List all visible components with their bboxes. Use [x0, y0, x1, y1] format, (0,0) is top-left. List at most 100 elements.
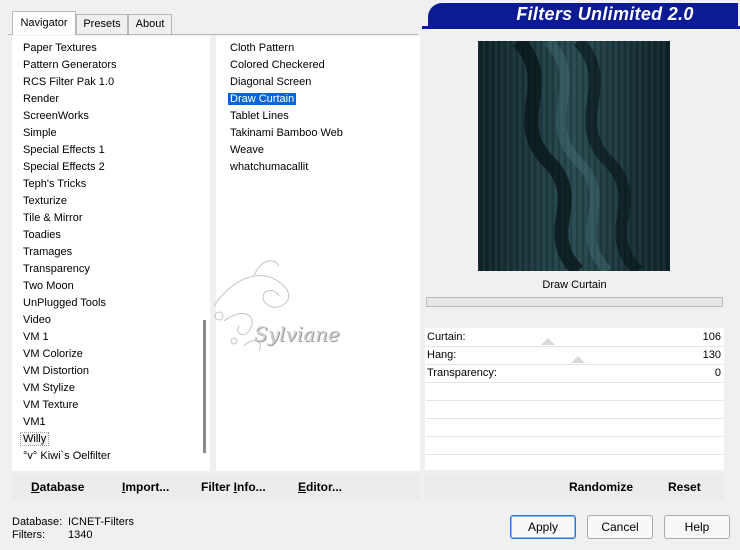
filter-item-label: Cloth Pattern: [230, 42, 295, 54]
category-item[interactable]: VM1: [21, 414, 48, 431]
category-item-label: Pattern Generators: [23, 59, 117, 71]
tab-presets[interactable]: Presets: [76, 14, 128, 34]
access-key: I: [233, 480, 238, 494]
param-value-hang: 130: [702, 349, 721, 361]
param-row-transparency[interactable]: Transparency: 0: [426, 364, 723, 382]
row-divider: [426, 418, 723, 419]
progress-bar: [426, 297, 723, 307]
status-database-value: ICNET-Filters: [68, 516, 134, 528]
filter-item[interactable]: Tablet Lines: [228, 108, 291, 125]
category-item[interactable]: Teph's Tricks: [21, 176, 88, 193]
category-item-label: VM1: [23, 416, 46, 428]
param-value-transparency: 0: [714, 367, 721, 379]
category-item[interactable]: Willy: [19, 431, 50, 448]
category-item-label: Teph's Tricks: [23, 178, 87, 190]
category-item-label: VM Stylize: [23, 382, 75, 394]
param-row-curtain[interactable]: Curtain: 106: [426, 328, 723, 346]
filter-item-label: Takinami Bamboo Web: [230, 127, 343, 139]
filter-item-label: Tablet Lines: [230, 110, 289, 122]
preview-image: [478, 41, 670, 271]
category-item-label: Tile & Mirror: [23, 212, 83, 224]
category-item-label: ScreenWorks: [23, 110, 89, 122]
filter-item-label: Diagonal Screen: [230, 76, 312, 88]
filter-info-button[interactable]: Filter Info...: [201, 480, 266, 494]
tab-navigator[interactable]: Navigator: [12, 11, 76, 35]
category-item-label: Simple: [23, 127, 57, 139]
filter-item[interactable]: Colored Checkered: [228, 57, 327, 74]
param-row-hang[interactable]: Hang: 130: [426, 346, 723, 364]
category-item[interactable]: Paper Textures: [21, 40, 99, 57]
status-database-label: Database:: [12, 516, 63, 528]
watermark-flourish: [213, 260, 290, 352]
category-item[interactable]: VM Distortion: [21, 363, 91, 380]
category-item[interactable]: Pattern Generators: [21, 57, 119, 74]
category-item[interactable]: Video: [21, 312, 53, 329]
category-item-label: VM 1: [23, 331, 49, 343]
filter-item[interactable]: Draw Curtain: [228, 91, 297, 108]
status-filters-value: 1340: [68, 529, 93, 541]
category-item-label: Toadies: [23, 229, 61, 241]
banner-title: Filters Unlimited 2.0: [516, 4, 694, 24]
row-divider: [426, 436, 723, 437]
category-item[interactable]: VM Colorize: [21, 346, 85, 363]
banner-rule: [422, 26, 740, 29]
category-item-label: UnPlugged Tools: [23, 297, 106, 309]
tab-about[interactable]: About: [128, 14, 172, 34]
access-key: E: [298, 480, 307, 494]
category-item-label: VM Texture: [23, 399, 79, 411]
filter-item[interactable]: Takinami Bamboo Web: [228, 125, 345, 142]
row-divider: [426, 400, 723, 401]
category-item-label: RCS Filter Pak 1.0: [23, 76, 115, 88]
help-button[interactable]: Help: [664, 515, 730, 539]
filter-list[interactable]: Cloth Pattern Colored Checkered Diagonal S…: [213, 36, 420, 471]
category-item[interactable]: UnPlugged Tools: [21, 295, 108, 312]
category-item[interactable]: Toadies: [21, 227, 63, 244]
reset-button[interactable]: Reset: [668, 480, 701, 494]
randomize-button[interactable]: Randomize: [569, 480, 633, 494]
filter-item-label: Weave: [230, 144, 265, 156]
category-item[interactable]: ScreenWorks: [21, 108, 91, 125]
preview-filter-name: Draw Curtain: [426, 274, 723, 296]
category-item[interactable]: VM 1: [21, 329, 51, 346]
category-item[interactable]: VM Texture: [21, 397, 80, 414]
category-item-label: VM Colorize: [23, 348, 83, 360]
preview-panel: [425, 36, 724, 272]
category-item-label: Two Moon: [23, 280, 74, 292]
category-item[interactable]: °v° Kiwi`s Oelfilter: [21, 448, 113, 465]
category-list[interactable]: Paper Textures Pattern Generators RCS Filt…: [12, 36, 210, 471]
param-label-curtain: Curtain:: [427, 331, 466, 343]
database-button[interactable]: Database: [31, 480, 84, 494]
category-item[interactable]: Transparency: [21, 261, 92, 278]
category-item-label: Special Effects 2: [23, 161, 105, 173]
category-item[interactable]: Two Moon: [21, 278, 76, 295]
watermark-text: Sylviane: [254, 322, 340, 346]
cancel-button[interactable]: Cancel: [587, 515, 653, 539]
category-item[interactable]: Simple: [21, 125, 59, 142]
filter-item[interactable]: Diagonal Screen: [228, 74, 313, 91]
category-item[interactable]: Tile & Mirror: [21, 210, 84, 227]
category-item[interactable]: VM Stylize: [21, 380, 77, 397]
category-item[interactable]: Tramages: [21, 244, 74, 261]
access-key: D: [31, 480, 40, 494]
filter-item-label: Draw Curtain: [228, 93, 297, 105]
filter-item[interactable]: whatchumacallit: [228, 159, 310, 176]
category-item[interactable]: Special Effects 2: [21, 159, 107, 176]
category-item[interactable]: Texturize: [21, 193, 69, 210]
category-item[interactable]: RCS Filter Pak 1.0: [21, 74, 116, 91]
category-item[interactable]: Special Effects 1: [21, 142, 107, 159]
category-item-label: Texturize: [23, 195, 68, 207]
header-banner: Filters Unlimited 2.0: [428, 3, 738, 27]
category-item-label: VM Distortion: [23, 365, 90, 377]
import-button[interactable]: Import...: [122, 480, 169, 494]
filter-item[interactable]: Cloth Pattern: [228, 40, 296, 57]
category-item-label: Special Effects 1: [23, 144, 105, 156]
row-divider: [426, 364, 723, 365]
category-item-label: Willy: [19, 432, 50, 446]
apply-button[interactable]: Apply: [510, 515, 576, 539]
category-item-label: °v° Kiwi`s Oelfilter: [23, 450, 111, 462]
category-item-label: Transparency: [23, 263, 90, 275]
editor-button[interactable]: Editor...: [298, 480, 342, 494]
category-item[interactable]: Render: [21, 91, 61, 108]
category-item-label: Render: [23, 93, 60, 105]
filter-item[interactable]: Weave: [228, 142, 266, 159]
